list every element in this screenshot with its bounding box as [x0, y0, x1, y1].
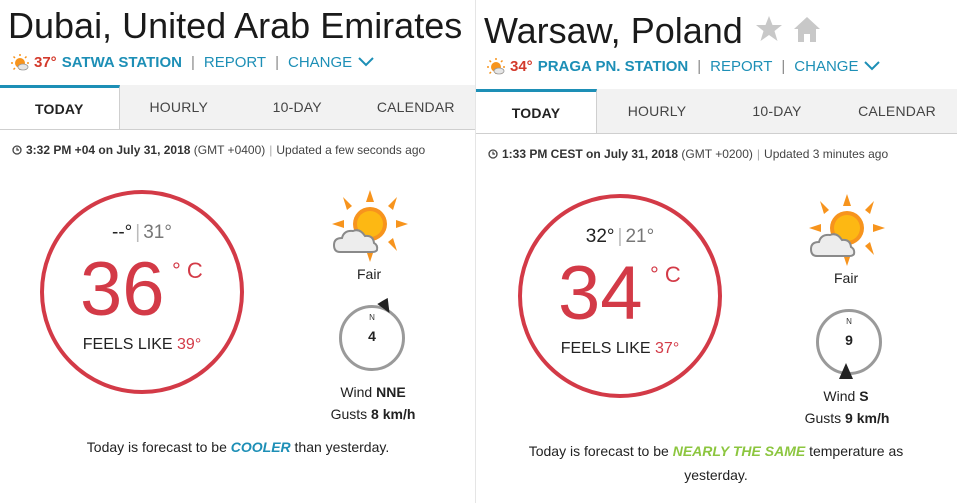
forecast-summary: Today is forecast to be NEARLY THE SAME … [506, 439, 926, 487]
temp-unit: ° C [650, 262, 681, 287]
gusts-value: 9 km/h [845, 410, 890, 426]
clock-icon [488, 149, 498, 159]
wind-direction: Wind NNE [338, 384, 408, 400]
station-temp: 34° [510, 57, 533, 75]
updated-time: 1:33 PM CEST on July 31, 2018 [502, 147, 679, 161]
condition-label: Fair [834, 270, 859, 286]
warsaw-weather-panel: Warsaw, Poland 34° PRAGA PN. STATION | R… [476, 0, 957, 503]
city-title: Warsaw, Poland [484, 10, 743, 51]
wind-dir-value: S [859, 388, 869, 404]
summary-text: Today is forecast to be [86, 439, 231, 455]
gusts-label: Gusts [804, 410, 842, 426]
current-temp: 34 [558, 251, 643, 336]
low-temp: 21° [625, 226, 655, 247]
station-name-link[interactable]: PRAGA PN. STATION [538, 58, 689, 75]
feels-like: FEELS LIKE 37° [522, 340, 718, 358]
wind-speed: 4 [368, 328, 376, 344]
station-row: 34° PRAGA PN. STATION | REPORT | CHANGE [486, 57, 881, 75]
separator: | [756, 147, 761, 161]
compass-north-label: N [846, 317, 852, 326]
tab-hourly[interactable]: HOURLY [597, 89, 717, 133]
wind-direction-arrow-icon [839, 363, 853, 379]
gusts: Gusts 8 km/h [320, 406, 426, 422]
wind-label: Wind [340, 384, 373, 400]
feels-like: FEELS LIKE 39° [44, 336, 240, 354]
temp-unit: ° C [172, 258, 203, 283]
updated-tz: (GMT +0200) [681, 147, 753, 161]
feels-like-label: FEELS LIKE [82, 336, 173, 353]
home-icon[interactable] [792, 14, 822, 44]
summary-text: Today is forecast to be [528, 443, 673, 459]
separator: | [697, 57, 702, 75]
temperature-circle: 32° | 21° 34 ° C FEELS LIKE 37° [518, 194, 722, 398]
star-icon[interactable] [754, 14, 784, 44]
small-sun-icon [487, 58, 505, 75]
summary-highlight: COOLER [230, 439, 291, 455]
separator: | [781, 57, 786, 75]
tab-calendar[interactable]: CALENDAR [837, 89, 957, 133]
feels-like-value: 39° [177, 336, 202, 353]
tab-10-day[interactable]: 10-DAY [717, 89, 837, 133]
condition-label: Fair [357, 266, 382, 282]
wind-direction: Wind S [811, 388, 881, 404]
summary-text-end: than yesterday. [290, 439, 390, 455]
wind-direction-arrow-icon [377, 298, 390, 314]
updated-ago: Updated 3 minutes ago [764, 147, 889, 161]
report-link[interactable]: REPORT [710, 58, 772, 75]
low-temp: 31° [143, 222, 172, 243]
temperature-circle: --° | 31° 36 ° C FEELS LIKE 39° [40, 190, 244, 394]
high-low: 32° | 21° [585, 226, 655, 247]
high-temp: --° [112, 222, 133, 243]
gusts: Gusts 9 km/h [794, 410, 900, 426]
high-temp: 32° [585, 226, 615, 247]
forecast-tabs: TODAY HOURLY 10-DAY CALENDAR [476, 89, 957, 134]
change-link[interactable]: CHANGE [794, 58, 858, 75]
sun-cloud-icon [809, 194, 885, 266]
feels-like-value: 37° [655, 340, 680, 357]
feels-like-label: FEELS LIKE [560, 340, 651, 357]
chevron-down-icon[interactable] [864, 61, 881, 71]
tab-today[interactable]: TODAY [476, 89, 597, 133]
current-temp: 36 [80, 247, 165, 332]
sun-cloud-icon [332, 190, 408, 262]
wind-dir-value: NNE [376, 384, 406, 400]
dubai-conditions: --°|31° 36 ° C FEELS LIKE 39° Fair N 4 [0, 0, 475, 503]
wind-speed: 9 [845, 332, 853, 348]
updated-line: 1:33 PM CEST on July 31, 2018 (GMT +0200… [488, 147, 888, 161]
high-low: --° | 31° [112, 222, 172, 243]
summary-highlight: NEARLY THE SAME [672, 443, 806, 459]
wind-label: Wind [823, 388, 856, 404]
forecast-summary: Today is forecast to be COOLER than yest… [20, 435, 456, 459]
gusts-label: Gusts [330, 406, 368, 422]
gusts-value: 8 km/h [371, 406, 416, 422]
